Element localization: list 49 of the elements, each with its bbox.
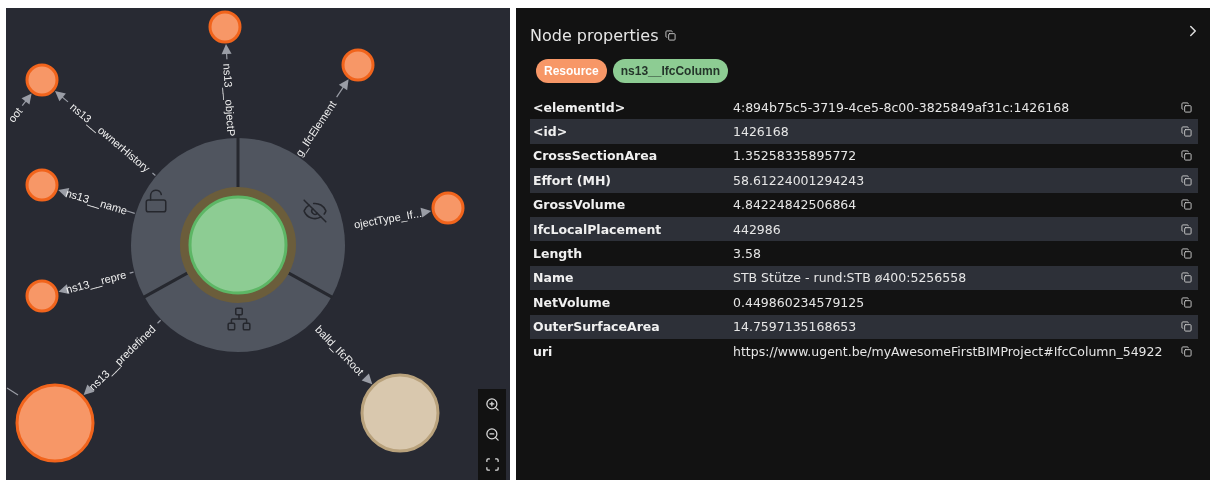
property-value: 4.84224842506864 — [733, 197, 858, 213]
property-value: 4:894b75c5-3719-4ce5-8c00-3825849af31c:1426168 — [733, 99, 1071, 115]
property-value: STB Stütze - rund:STB ø400:5256558 — [733, 270, 968, 286]
property-value: 442986 — [733, 221, 782, 237]
copy-icon[interactable] — [1181, 126, 1192, 138]
copy-icon[interactable] — [1181, 248, 1192, 260]
graph-node[interactable] — [25, 279, 59, 313]
property-key: Name — [533, 270, 733, 286]
copy-icon[interactable] — [1181, 321, 1192, 333]
property-key: <id> — [533, 124, 733, 140]
property-key: <elementId> — [533, 99, 733, 115]
property-key: uri — [533, 343, 733, 359]
copy-icon[interactable] — [664, 30, 676, 41]
property-value: 14.7597135168653 — [733, 319, 858, 335]
label-chip[interactable]: ns13__IfcColumn — [612, 59, 729, 83]
property-value: 1426168 — [733, 124, 790, 140]
copy-icon[interactable] — [1181, 296, 1192, 308]
graph-node[interactable] — [25, 63, 59, 97]
copy-icon[interactable] — [1181, 101, 1192, 113]
fit-view-icon[interactable] — [484, 457, 500, 472]
labeled-edge: ns13__objectP — [221, 43, 238, 137]
property-key: OuterSurfaceArea — [533, 319, 733, 335]
selected-node[interactable] — [188, 195, 288, 295]
property-value: 0.449860234579125 — [733, 294, 866, 310]
property-key: IfcLocalPlacement — [533, 221, 733, 237]
property-value: https://www.ugent.be/myAwesomeFirstBIMProject#IfcColumn_54922 — [733, 343, 1164, 359]
copy-icon[interactable] — [1181, 174, 1192, 186]
labeled-edge: oot — [6, 93, 32, 125]
copy-icon[interactable] — [1181, 272, 1192, 284]
graph-node[interactable] — [431, 191, 465, 225]
property-key: NetVolume — [533, 294, 733, 310]
graph-node[interactable] — [25, 168, 59, 202]
graph-node[interactable] — [208, 10, 242, 44]
graph-node[interactable] — [341, 48, 375, 82]
property-value: 58.61224001294243 — [733, 172, 866, 188]
zoom-in-icon[interactable] — [484, 397, 500, 412]
property-value: 1.35258335895772 — [733, 148, 858, 164]
panel-title: Node properties — [530, 26, 659, 45]
copy-icon[interactable] — [1181, 223, 1192, 235]
property-key: CrossSectionArea — [533, 148, 733, 164]
copy-icon[interactable] — [1181, 150, 1192, 162]
property-key: Effort (MH) — [533, 172, 733, 188]
property-key: Length — [533, 246, 733, 262]
edge-line — [6, 387, 19, 396]
property-value: 3.58 — [733, 246, 762, 262]
copy-icon[interactable] — [1181, 199, 1192, 211]
zoom-out-icon[interactable] — [484, 427, 500, 442]
copy-icon[interactable] — [1181, 345, 1192, 357]
property-key: GrossVolume — [533, 197, 733, 213]
